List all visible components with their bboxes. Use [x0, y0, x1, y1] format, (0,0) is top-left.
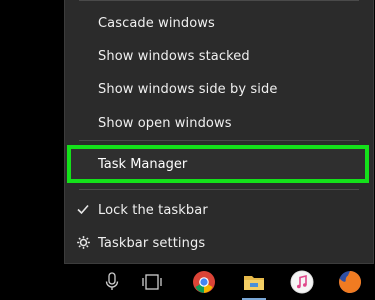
menu-separator: [79, 140, 359, 141]
menu-item-label: Show windows stacked: [98, 48, 250, 64]
menu-item-show-open-windows[interactable]: Show open windows: [65, 108, 373, 138]
microphone-icon[interactable]: [100, 270, 124, 294]
chrome-icon[interactable]: [192, 270, 216, 294]
firefox-icon[interactable]: [338, 270, 362, 294]
menu-item-label: Taskbar settings: [98, 235, 206, 251]
taskbar-context-menu: Cascade windows Show windows stacked Sho…: [64, 0, 374, 264]
checkmark-icon: [75, 202, 91, 218]
menu-top-separator: [79, 0, 359, 1]
file-explorer-icon[interactable]: [242, 270, 266, 300]
menu-separator: [79, 189, 359, 190]
menu-item-cascade-windows[interactable]: Cascade windows: [65, 8, 373, 38]
itunes-icon[interactable]: [290, 270, 314, 294]
menu-item-task-manager[interactable]: Task Manager: [67, 145, 369, 183]
menu-item-show-windows-side-by-side[interactable]: Show windows side by side: [65, 74, 373, 104]
menu-item-show-windows-stacked[interactable]: Show windows stacked: [65, 41, 373, 71]
task-view-icon[interactable]: [140, 270, 164, 294]
taskbar: [0, 264, 375, 300]
menu-item-label: Lock the taskbar: [98, 202, 208, 218]
menu-item-taskbar-settings[interactable]: Taskbar settings: [65, 228, 373, 258]
menu-item-lock-the-taskbar[interactable]: Lock the taskbar: [65, 195, 373, 225]
menu-item-label: Show windows side by side: [98, 81, 278, 97]
menu-item-label: Task Manager: [98, 156, 188, 172]
menu-item-label: Cascade windows: [98, 15, 215, 31]
menu-item-label: Show open windows: [98, 115, 232, 131]
gear-icon: [75, 235, 91, 251]
